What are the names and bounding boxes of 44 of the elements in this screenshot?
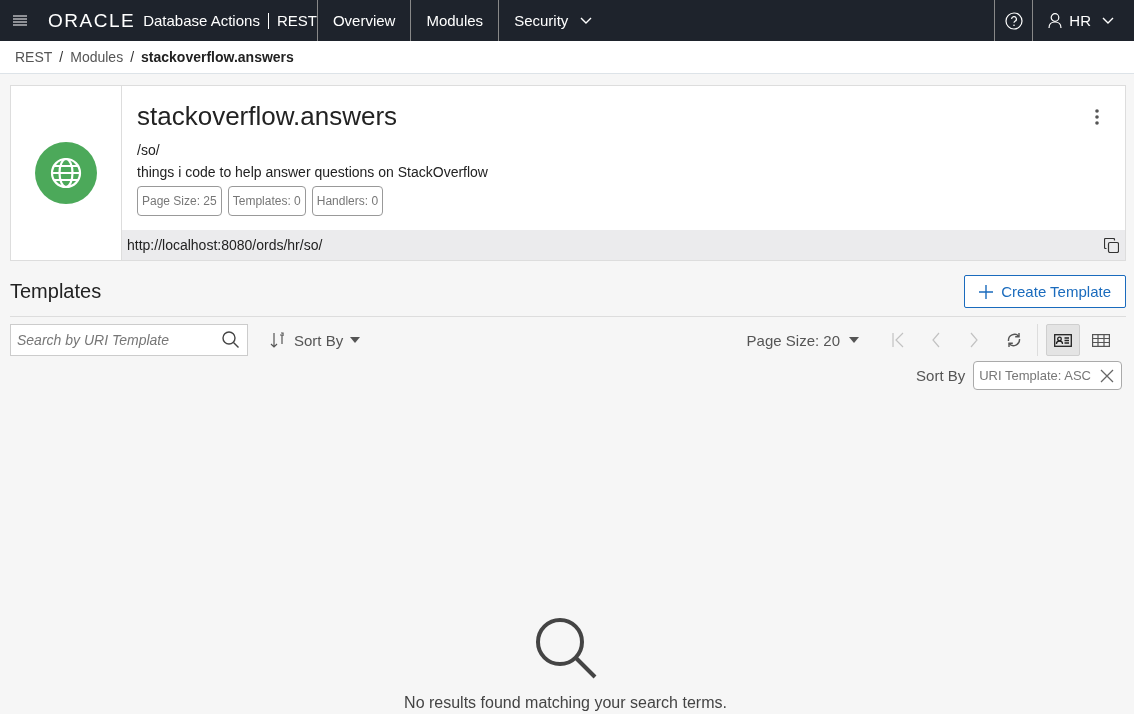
chevron-down-icon bbox=[580, 17, 593, 24]
card-view-button[interactable] bbox=[1046, 324, 1080, 356]
oracle-logo: ORACLE bbox=[48, 9, 136, 32]
person-icon bbox=[1048, 13, 1063, 28]
magnifier-icon bbox=[533, 616, 598, 680]
refresh-icon bbox=[1006, 332, 1022, 348]
sort-chip: URI Template: ASC bbox=[973, 361, 1122, 390]
card-view-icon bbox=[1054, 333, 1072, 347]
sort-button[interactable]: Sort By bbox=[270, 331, 361, 349]
empty-message: No results found matching your search terms. bbox=[404, 694, 727, 712]
count-badge: Templates: 0 bbox=[227, 186, 306, 216]
kebab-icon bbox=[1095, 109, 1099, 125]
module-description: things i code to help answer questions on StackOverflow bbox=[137, 164, 489, 180]
sort-label: Sort By bbox=[916, 367, 966, 384]
help-icon bbox=[1004, 11, 1023, 30]
breadcrumb-current: stackoverflow.answers bbox=[141, 49, 294, 65]
globe-icon bbox=[35, 142, 97, 204]
caret-down-icon bbox=[849, 337, 859, 343]
search-field[interactable]: Search by URI Template bbox=[10, 324, 248, 356]
breadcrumb-link[interactable]: REST bbox=[15, 49, 53, 65]
menu-icon bbox=[13, 15, 27, 26]
count-badge: Handlers: 0 bbox=[311, 186, 384, 216]
app-name: Database Actions bbox=[143, 12, 260, 29]
search-icon bbox=[222, 331, 239, 348]
copy-icon bbox=[1104, 237, 1119, 253]
module-name: stackoverflow.answers bbox=[137, 101, 399, 132]
create-template-button[interactable]: Create Template bbox=[964, 275, 1126, 308]
section-name: REST bbox=[276, 12, 317, 29]
sort-icon bbox=[270, 332, 287, 348]
count-badge: Page Size: 25 bbox=[137, 186, 222, 216]
close-icon bbox=[1100, 368, 1114, 383]
copy-button[interactable] bbox=[1104, 237, 1119, 253]
section-title: Templates bbox=[10, 280, 102, 303]
table-icon bbox=[1092, 333, 1110, 347]
chevron-down-icon bbox=[1102, 17, 1114, 24]
remove-sort-button[interactable] bbox=[1100, 368, 1114, 383]
module-url: http://localhost:8080/ords/hr/so/ bbox=[127, 237, 324, 253]
caret-down-icon bbox=[350, 337, 361, 343]
base-path: /so/ bbox=[137, 142, 161, 158]
breadcrumb-separator: / bbox=[130, 49, 135, 65]
breadcrumb-link[interactable]: Modules bbox=[70, 49, 124, 65]
breadcrumb-separator: / bbox=[59, 49, 64, 65]
page-size-dropdown[interactable]: Page Size: 20 bbox=[746, 331, 859, 349]
plus-icon bbox=[979, 284, 994, 299]
